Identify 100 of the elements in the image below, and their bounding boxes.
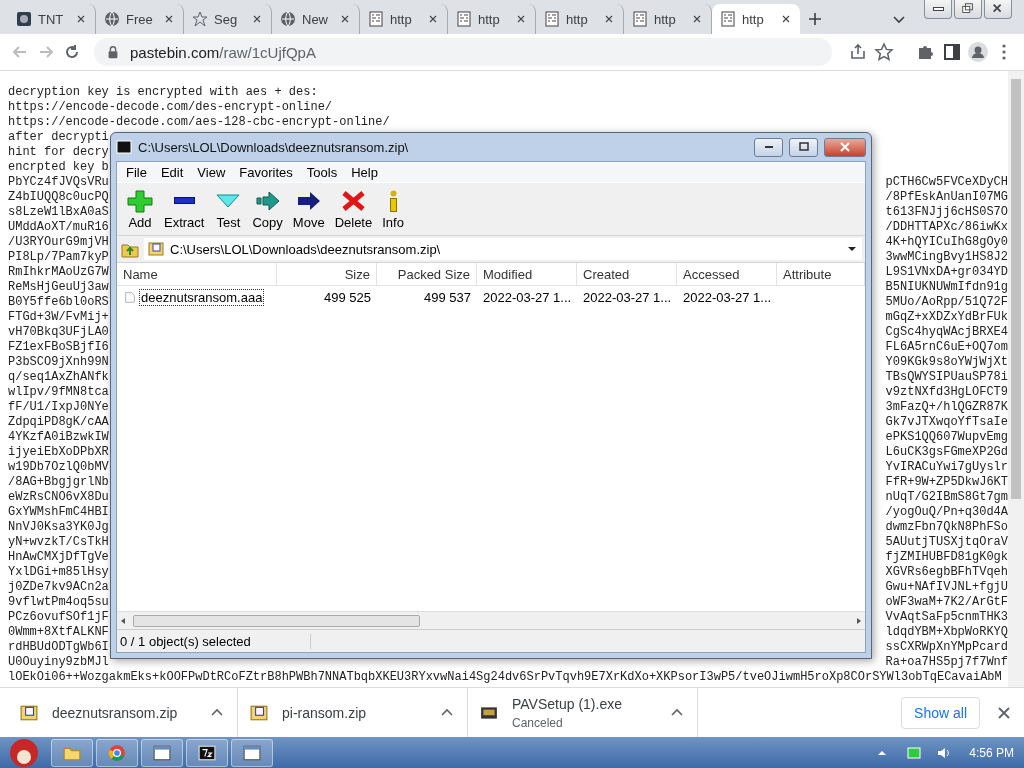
table-cell-text: 499 537: [423, 288, 472, 307]
window-icon: [243, 743, 261, 762]
browser-tab[interactable]: http: [448, 4, 536, 34]
scrollbar[interactable]: [117, 611, 865, 629]
menu-item[interactable]: Edit: [153, 164, 191, 180]
browser-tab[interactable]: TNT: [8, 4, 96, 34]
text-line: CgSc4hyqWAcjBRXE4: [885, 325, 1008, 340]
share-icon[interactable]: [848, 42, 868, 62]
column-header[interactable]: Accessed: [677, 263, 777, 285]
lock-icon: [106, 45, 120, 59]
text-line: rdHBUdODTgWb6I: [8, 640, 109, 655]
profile-icon[interactable]: [968, 42, 988, 62]
text-line: fjZMIHUBFD81gK0gk: [885, 550, 1008, 565]
text-line: s8LzeW1lBxA0aS: [8, 205, 109, 220]
menu-item[interactable]: Favorites: [232, 164, 300, 180]
star-icon: [192, 11, 208, 27]
browser-tab[interactable]: http: [624, 4, 712, 34]
document-icon: [456, 11, 472, 27]
text-line: YxlDGi+m85lHsy: [8, 565, 109, 580]
close-icon: [163, 13, 175, 25]
menu-item[interactable]: Tools: [299, 164, 345, 180]
path-field[interactable]: C:\Users\LOL\Downloads\deeznutsransom.zip\: [144, 238, 862, 260]
minimize-button[interactable]: [924, 0, 952, 19]
text-line: /8PfEskAnUanI07MG: [885, 190, 1008, 205]
side-panel-icon[interactable]: [942, 42, 962, 62]
column-header[interactable]: Created: [577, 263, 677, 285]
text-line: Z4bIUQQ8c0ucPQ: [8, 190, 109, 205]
menu-item[interactable]: Help: [344, 164, 385, 180]
column-header[interactable]: Modified: [477, 263, 577, 285]
text-line: Gwu+NAfIVJNL+fgjU: [885, 580, 1008, 595]
column-header[interactable]: Attribute: [777, 263, 865, 285]
menu-item[interactable]: File: [119, 164, 154, 180]
close-icon: [339, 13, 351, 25]
maximize-button[interactable]: [789, 137, 818, 157]
battery-icon: [906, 744, 923, 761]
text-line: wlIpv/9fMN8tca: [8, 385, 109, 400]
text-line: eWzRsCNO6vX8Du: [8, 490, 109, 505]
browser-tab[interactable]: http: [360, 4, 448, 34]
menu-item[interactable]: View: [190, 164, 233, 180]
archiver-icon: [198, 743, 216, 762]
show-all-button[interactable]: Show all: [901, 696, 980, 729]
close-icon: [75, 13, 87, 25]
column-header[interactable]: Packed Size: [377, 263, 477, 285]
toolbar-button[interactable]: Copy: [247, 188, 288, 230]
file-name[interactable]: deeznutsransom.aaa: [140, 289, 264, 305]
text-line: FfR+9W+ZP5DkwJ6KT: [885, 475, 1008, 490]
toolbar-button[interactable]: Extract: [159, 188, 210, 230]
toolbar-button[interactable]: Info: [377, 188, 409, 230]
column-header[interactable]: Name: [117, 263, 277, 285]
browser-tab[interactable]: http: [536, 4, 624, 34]
browser-tab[interactable]: http: [712, 4, 800, 34]
globe-icon: [104, 11, 120, 27]
text-line: /yogOuQ/Pn+q30d4A: [885, 505, 1008, 520]
text-line: j0ZDe7kv9ACn2a: [8, 580, 109, 595]
archive-icon: [250, 703, 268, 722]
text-line: /8AG+BbgjgrlNb: [8, 475, 109, 490]
scrollbar[interactable]: [1008, 71, 1024, 687]
text-line: XGVRs6egbBFhTVqeh: [885, 565, 1008, 580]
browser-tab[interactable]: New: [272, 4, 360, 34]
toolbar-button[interactable]: Add: [121, 188, 159, 230]
text-line: TBsQWYSIPUauSP78i: [885, 370, 1008, 385]
text-line: B5NIUKNUWmIfdn91g: [885, 280, 1008, 295]
url-field[interactable]: pastebin.com/raw/1cUjfQpA: [94, 38, 832, 66]
maximize-icon: [797, 142, 810, 152]
text-line: 5MUo/AoRpp/51Q72F: [885, 295, 1008, 310]
text-line: HnAwCMXjDfTgVe: [8, 550, 109, 565]
text-line: FL6A5rnC6uE+OQ7om: [885, 340, 1008, 355]
text-line: P3bSCO9jXnh99N: [8, 355, 109, 370]
text-line: hint for decry: [8, 145, 109, 160]
browser-tab[interactable]: Free: [96, 4, 184, 34]
plus-icon: [807, 11, 823, 27]
close-button[interactable]: [824, 137, 866, 157]
text-line: ssCXRWpXnYMpPcard: [885, 640, 1008, 655]
text-line: YvIRACuYwi7gUyslr: [885, 460, 1008, 475]
table-cell-text: 2022-03-27 1...: [682, 288, 773, 307]
text-line: PCz6ovufSOf1jF: [8, 610, 109, 625]
text-line: q/seq1AxZhANfk: [8, 370, 109, 385]
text-line: v9ztNXfd3HgLOFCT9: [885, 385, 1008, 400]
text-line: VvAqtSaFp5cnmTHK3: [885, 610, 1008, 625]
restore-button[interactable]: [954, 0, 982, 19]
window-icon: [153, 743, 171, 762]
plus-icon: [126, 188, 154, 213]
browser-icon: [108, 743, 126, 762]
toolbar-button[interactable]: Delete: [329, 188, 378, 230]
taskbar-button[interactable]: [186, 738, 228, 767]
text-line: ijyeiEbXoDPbXR: [8, 445, 109, 460]
clock: 4:56 PM: [969, 745, 1014, 760]
browser-tab[interactable]: Seg: [184, 4, 272, 34]
document-icon: [544, 11, 560, 27]
star-icon[interactable]: [874, 42, 894, 62]
minimize-button[interactable]: [754, 137, 783, 157]
text-line: U0Ouyiny9zbMJl: [8, 655, 109, 670]
text-line: FTGd+3W/FvMij+: [8, 310, 109, 325]
close-button[interactable]: [984, 0, 1012, 19]
toolbar-button[interactable]: Move: [287, 188, 330, 230]
text-line: GxYWMshFmC4HBI: [8, 505, 109, 520]
info-icon: [389, 189, 397, 212]
toolbar-button[interactable]: Test: [209, 188, 248, 230]
text-line: ePKS1QQ607WupvEmg: [885, 430, 1008, 445]
column-header[interactable]: Size: [277, 263, 377, 285]
